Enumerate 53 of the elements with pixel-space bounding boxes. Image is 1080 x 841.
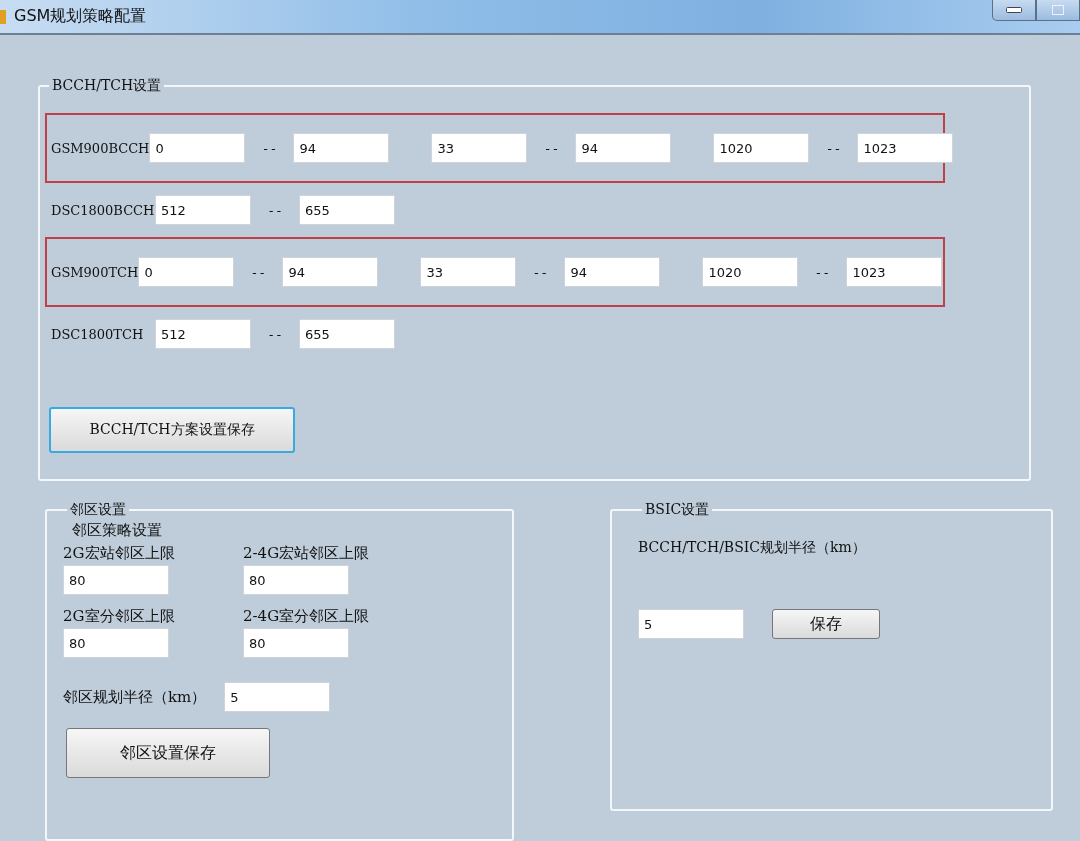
- save-button[interactable]: BCCH/TCH方案设置保存: [49, 407, 295, 453]
- input-field[interactable]: 94: [282, 257, 379, 287]
- range-separator: --: [824, 140, 843, 156]
- input-field[interactable]: 80: [63, 628, 169, 658]
- input-field[interactable]: 655: [299, 195, 395, 225]
- input-field[interactable]: 0: [138, 257, 235, 287]
- group-title: BCCH/TCH设置: [51, 77, 163, 95]
- input-field[interactable]: 94: [293, 133, 390, 163]
- input-field[interactable]: 80: [243, 565, 349, 595]
- row-label: DSC1800BCCH: [51, 202, 155, 218]
- field-label: BCCH/TCH/BSIC规划半径（km）: [638, 539, 867, 557]
- input-field[interactable]: 0: [149, 133, 246, 163]
- range-separator: --: [260, 140, 279, 156]
- maximize-button[interactable]: [1036, 0, 1080, 21]
- group-title: BSIC设置: [644, 501, 711, 519]
- input-field[interactable]: 80: [243, 628, 349, 658]
- input-field[interactable]: 1020: [713, 133, 810, 163]
- input-field[interactable]: 5: [638, 609, 744, 639]
- input-field[interactable]: 94: [564, 257, 661, 287]
- range-separator: --: [249, 264, 268, 280]
- minimize-icon: [1006, 7, 1022, 13]
- row-label: DSC1800TCH: [51, 326, 145, 342]
- field-label: 2-4G室分邻区上限: [243, 607, 371, 626]
- range-separator: --: [813, 264, 832, 280]
- input-field[interactable]: 94: [575, 133, 672, 163]
- window-title: GSM规划策略配置: [14, 6, 147, 27]
- minimize-button[interactable]: [992, 0, 1036, 21]
- input-field[interactable]: 80: [63, 565, 169, 595]
- field-label: 邻区规划半径（km）: [63, 687, 207, 707]
- input-field[interactable]: 512: [155, 195, 251, 225]
- row-label: GSM900BCCH: [51, 140, 150, 156]
- maximize-icon: [1052, 5, 1064, 15]
- input-field[interactable]: 655: [299, 319, 395, 349]
- input-field[interactable]: 512: [155, 319, 251, 349]
- range-separator: --: [266, 202, 284, 218]
- range-separator: --: [266, 326, 284, 342]
- range-separator: --: [531, 264, 550, 280]
- field-label: 2-4G宏站邻区上限: [243, 544, 371, 563]
- input-field[interactable]: 1023: [846, 257, 943, 287]
- input-field[interactable]: 1020: [702, 257, 799, 287]
- section-label: 邻区策略设置: [72, 521, 163, 540]
- input-field[interactable]: 33: [431, 133, 528, 163]
- input-field[interactable]: 5: [224, 682, 331, 712]
- field-label: 2G宏站邻区上限: [63, 544, 176, 563]
- group-title: 邻区设置: [69, 501, 127, 519]
- row-label: GSM900TCH: [51, 264, 139, 280]
- save-button[interactable]: 保存: [772, 609, 880, 639]
- save-button[interactable]: 邻区设置保存: [66, 728, 270, 778]
- field-label: 2G室分邻区上限: [63, 607, 176, 626]
- input-field[interactable]: 1023: [857, 133, 954, 163]
- input-field[interactable]: 33: [420, 257, 517, 287]
- app-icon: [0, 9, 6, 24]
- range-separator: --: [542, 140, 561, 156]
